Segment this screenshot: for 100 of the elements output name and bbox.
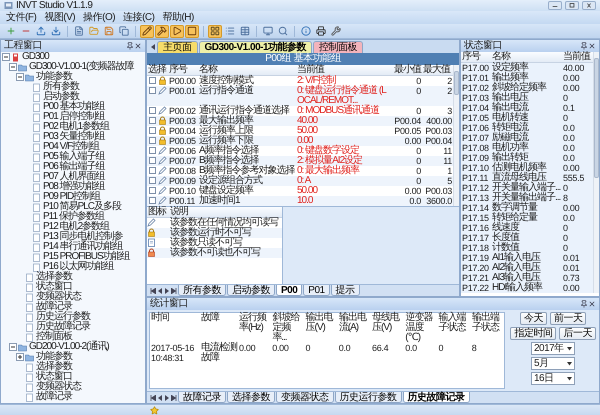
sheet-tab[interactable]: 启动参数 [227, 285, 275, 296]
date-button[interactable]: 今天 [520, 312, 547, 325]
sheet-tab[interactable]: 历史故障记录 [402, 392, 470, 403]
previous-icon[interactable] [150, 44, 156, 50]
tree-item[interactable]: 历史运行参数 [35, 312, 90, 322]
tree-item[interactable]: P07 人机界面组 [42, 172, 105, 182]
tree-item[interactable]: P15 PROFIBUS功能组 [42, 252, 130, 262]
tree-item[interactable]: P09 PID控制组 [42, 192, 100, 202]
tree-item[interactable]: P01 启停控制组 [42, 112, 105, 122]
tree-item[interactable]: 选择参数 [35, 272, 72, 282]
scrollbar[interactable] [453, 65, 459, 206]
tree-item[interactable]: 历史故障记录 [35, 322, 90, 332]
tree-item[interactable]: 状态窗口 [35, 372, 72, 382]
tree-item[interactable]: P10 简易PLC及多段 [42, 202, 122, 212]
checkbox[interactable] [149, 137, 156, 144]
date-select[interactable]: 5月 [531, 357, 575, 370]
tree-item[interactable]: 所有参数 [42, 82, 79, 92]
checkbox[interactable] [149, 197, 156, 204]
checkbox[interactable] [149, 77, 156, 84]
last-page-icon[interactable] [171, 288, 177, 294]
date-button[interactable]: 指定时间 [510, 327, 556, 340]
checkbox[interactable] [149, 107, 156, 114]
close-icon[interactable] [134, 42, 142, 50]
toolbar-button[interactable] [155, 24, 169, 38]
checkbox[interactable] [149, 187, 156, 194]
tree-item[interactable]: P08 增强功能组 [42, 182, 105, 192]
toolbar-button[interactable] [208, 24, 222, 38]
tree-item[interactable]: P05 输入端子组 [42, 152, 105, 162]
toolbar-button[interactable] [140, 24, 154, 38]
sheet-tab[interactable]: 历史运行参数 [334, 392, 402, 403]
tree-item[interactable]: P11 保护参数组 [42, 212, 104, 222]
sheet-tab[interactable]: 变频器状态 [276, 392, 334, 403]
pin-icon[interactable] [126, 42, 134, 50]
document-tab[interactable]: 控制面板 [313, 41, 364, 53]
date-button[interactable]: 前一天 [550, 312, 586, 325]
checkbox[interactable] [149, 177, 156, 184]
last-page-icon[interactable] [171, 394, 177, 400]
next-icon[interactable] [164, 394, 170, 400]
first-page-icon[interactable] [150, 394, 156, 400]
tree-item[interactable]: P04 V/F控制组 [42, 142, 100, 152]
close-icon[interactable] [588, 42, 596, 50]
collapse-icon[interactable] [2, 53, 10, 61]
scrollbar[interactable] [593, 52, 599, 293]
tree-item[interactable]: 变频器状态 [35, 382, 81, 392]
menu-item[interactable]: 连接(C) [123, 12, 154, 24]
tree-item[interactable]: 控制面板 [35, 332, 72, 342]
document-tab[interactable]: GD300-V1.00-1功能参数 [198, 41, 312, 53]
maximize-icon[interactable] [565, 1, 579, 10]
toolbar-button[interactable] [185, 24, 199, 38]
tree-item[interactable]: P12 电机2参数组 [42, 222, 110, 232]
tree-item[interactable]: P03 矢量控制组 [42, 132, 105, 142]
tree-item[interactable]: 功能参数 [35, 72, 72, 82]
tree-item[interactable]: GD300 [21, 52, 49, 62]
checkbox[interactable] [149, 147, 156, 154]
toolbar-button[interactable] [314, 24, 328, 38]
collapse-icon[interactable] [16, 73, 24, 81]
date-select[interactable]: 16日 [531, 372, 575, 385]
sheet-tab[interactable]: 提示 [330, 285, 360, 296]
date-button[interactable]: 后一天 [559, 327, 596, 340]
close-icon[interactable] [588, 300, 596, 308]
toolbar-button[interactable] [170, 24, 184, 38]
tree-item[interactable]: 故障记录 [35, 302, 72, 312]
sheet-tab[interactable]: P01 [303, 285, 330, 296]
tree-item[interactable]: P14 串行通讯功能组 [42, 242, 123, 252]
menu-item[interactable]: 帮助(H) [162, 12, 194, 24]
tree-item[interactable]: P00 基本功能组 [42, 102, 105, 112]
menu-item[interactable]: 操作(O) [83, 12, 116, 24]
tree-item[interactable]: P13 同步电机控制参 [42, 232, 123, 242]
checkbox[interactable] [149, 157, 156, 164]
tree-item[interactable]: 变频器状态 [35, 292, 81, 302]
expand-icon[interactable] [16, 353, 24, 361]
checkbox[interactable] [149, 167, 156, 174]
tree-item[interactable]: 状态窗口 [35, 282, 72, 292]
sheet-tab[interactable]: P00 [276, 285, 302, 296]
close-icon[interactable] [582, 1, 596, 10]
date-select[interactable]: 2017年 [531, 342, 575, 355]
next-icon[interactable] [164, 288, 170, 294]
tree-item[interactable]: 启动参数 [42, 92, 79, 102]
tree-item[interactable]: GD200-V1.00-2(通讯) [28, 342, 109, 352]
pin-icon[interactable] [580, 300, 588, 308]
tree-item[interactable]: 功能参数 [35, 352, 72, 362]
sheet-tab[interactable]: 故障记录 [178, 392, 226, 403]
checkbox[interactable] [149, 127, 156, 134]
tree-item[interactable]: GD300-V1.00-1(变频器故障 [28, 62, 134, 72]
document-tab[interactable]: 主页面 [157, 41, 198, 53]
previous-icon[interactable] [157, 288, 163, 294]
tree-item[interactable]: P06 输出端子组 [42, 162, 105, 172]
tree-item[interactable]: 选择参数 [35, 362, 72, 372]
collapse-icon[interactable] [9, 343, 17, 351]
previous-icon[interactable] [157, 394, 163, 400]
collapse-icon[interactable] [9, 63, 17, 71]
menu-item[interactable]: 文件(F) [6, 12, 36, 24]
tree-item[interactable]: P16 以太网功能组 [42, 262, 114, 272]
sheet-tab[interactable]: 所有参数 [178, 285, 226, 296]
checkbox[interactable] [149, 87, 156, 94]
menu-item[interactable]: 视图(V) [44, 12, 76, 24]
first-page-icon[interactable] [150, 288, 156, 294]
checkbox[interactable] [149, 117, 156, 124]
pin-icon[interactable] [580, 42, 588, 50]
sheet-tab[interactable]: 选择参数 [227, 392, 275, 403]
